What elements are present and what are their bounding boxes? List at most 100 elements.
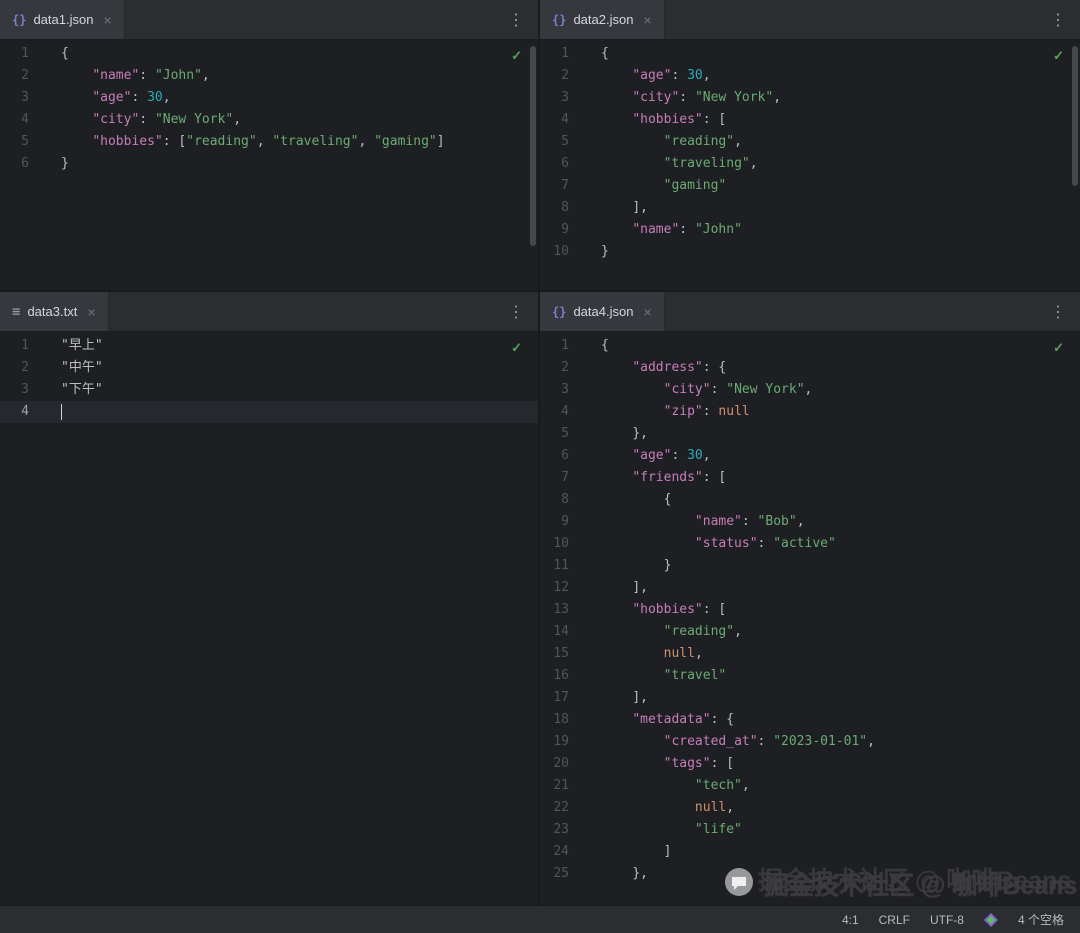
code-line[interactable]: 22 null, xyxy=(540,797,1080,819)
line-number[interactable]: 7 xyxy=(540,175,586,197)
line-number[interactable]: 6 xyxy=(540,445,586,467)
line-number[interactable]: 14 xyxy=(540,621,586,643)
tab-data1-json[interactable]: {} data1.json × xyxy=(0,0,125,39)
line-number[interactable]: 9 xyxy=(540,511,586,533)
code-line[interactable]: 6} xyxy=(0,153,538,175)
line-number[interactable]: 2 xyxy=(540,357,586,379)
more-options-icon[interactable]: ⋮ xyxy=(1050,10,1080,30)
code-line[interactable]: 25 }, xyxy=(540,863,1080,885)
caret-position[interactable]: 4:1 xyxy=(842,913,859,927)
code-line[interactable]: 3 "下午" xyxy=(0,379,538,401)
more-options-icon[interactable]: ⋮ xyxy=(508,10,538,30)
code-line[interactable]: 1{ xyxy=(0,43,538,65)
line-number[interactable]: 4 xyxy=(0,109,46,131)
line-number[interactable]: 8 xyxy=(540,197,586,219)
code-line[interactable]: 6 "age": 30, xyxy=(540,445,1080,467)
more-options-icon[interactable]: ⋮ xyxy=(508,302,538,322)
code-line[interactable]: 4 "hobbies": [ xyxy=(540,109,1080,131)
line-number[interactable]: 4 xyxy=(540,109,586,131)
code-line[interactable]: 9 "name": "John" xyxy=(540,219,1080,241)
inspections-ok-icon[interactable]: ✓ xyxy=(1053,340,1064,356)
line-number[interactable]: 2 xyxy=(0,357,46,379)
line-number[interactable]: 23 xyxy=(540,819,586,841)
code-line[interactable]: 8 { xyxy=(540,489,1080,511)
code-line[interactable]: 5 }, xyxy=(540,423,1080,445)
line-number[interactable]: 24 xyxy=(540,841,586,863)
status-widget-icon[interactable] xyxy=(983,912,998,927)
code-line[interactable]: 13 "hobbies": [ xyxy=(540,599,1080,621)
line-number[interactable]: 5 xyxy=(0,131,46,153)
code-line[interactable]: 2 "address": { xyxy=(540,357,1080,379)
editor-data1-json[interactable]: 1{2 "name": "John", 3 "age": 30, 4 "city":… xyxy=(0,40,538,290)
line-number[interactable]: 15 xyxy=(540,643,586,665)
line-number[interactable]: 3 xyxy=(0,87,46,109)
code-line[interactable]: 24 ] xyxy=(540,841,1080,863)
line-number[interactable]: 2 xyxy=(540,65,586,87)
code-line[interactable]: 5 "reading", xyxy=(540,131,1080,153)
line-number[interactable]: 16 xyxy=(540,665,586,687)
line-number[interactable]: 7 xyxy=(540,467,586,489)
line-number[interactable]: 2 xyxy=(0,65,46,87)
line-number[interactable]: 10 xyxy=(540,241,586,263)
code-line[interactable]: 11 } xyxy=(540,555,1080,577)
indent-setting[interactable]: 4 个空格 xyxy=(1018,911,1064,928)
code-line[interactable]: 12 ], xyxy=(540,577,1080,599)
line-number[interactable]: 17 xyxy=(540,687,586,709)
code-line[interactable]: 15 null, xyxy=(540,643,1080,665)
tab-data2-json[interactable]: {} data2.json × xyxy=(540,0,665,39)
line-number[interactable]: 5 xyxy=(540,131,586,153)
inspections-ok-icon[interactable]: ✓ xyxy=(511,340,522,356)
editor-data3-txt[interactable]: 1 "早上" 2 "中午" 3 "下午" 4 ✓ xyxy=(0,332,538,905)
code-line[interactable]: 16 "travel" xyxy=(540,665,1080,687)
line-number[interactable]: 13 xyxy=(540,599,586,621)
tab-close-icon[interactable]: × xyxy=(87,304,95,320)
line-number[interactable]: 20 xyxy=(540,753,586,775)
tab-close-icon[interactable]: × xyxy=(643,304,651,320)
code-line[interactable]: 19 "created_at": "2023-01-01", xyxy=(540,731,1080,753)
inspections-ok-icon[interactable]: ✓ xyxy=(511,48,522,64)
line-number[interactable]: 4 xyxy=(540,401,586,423)
line-number[interactable]: 1 xyxy=(540,335,586,357)
scrollbar[interactable] xyxy=(1072,46,1078,186)
line-number[interactable]: 21 xyxy=(540,775,586,797)
code-line[interactable]: 8 ], xyxy=(540,197,1080,219)
code-line[interactable]: 14 "reading", xyxy=(540,621,1080,643)
code-line[interactable]: 7 "gaming" xyxy=(540,175,1080,197)
code-line[interactable]: 18 "metadata": { xyxy=(540,709,1080,731)
code-line[interactable]: 10 "status": "active" xyxy=(540,533,1080,555)
tab-close-icon[interactable]: × xyxy=(643,12,651,28)
line-number[interactable]: 1 xyxy=(0,335,46,357)
line-number[interactable]: 8 xyxy=(540,489,586,511)
line-number[interactable]: 22 xyxy=(540,797,586,819)
code-line[interactable]: 3 "age": 30, xyxy=(0,87,538,109)
code-line[interactable]: 3 "city": "New York", xyxy=(540,379,1080,401)
line-number[interactable]: 25 xyxy=(540,863,586,885)
code-line[interactable]: 23 "life" xyxy=(540,819,1080,841)
line-number[interactable]: 3 xyxy=(540,87,586,109)
line-number[interactable]: 11 xyxy=(540,555,586,577)
line-number[interactable]: 3 xyxy=(540,379,586,401)
code-line[interactable]: 21 "tech", xyxy=(540,775,1080,797)
code-line[interactable]: 1{ xyxy=(540,335,1080,357)
scrollbar[interactable] xyxy=(530,46,536,246)
line-number[interactable]: 9 xyxy=(540,219,586,241)
line-number[interactable]: 19 xyxy=(540,731,586,753)
code-line[interactable]: 5 "hobbies": ["reading", "traveling", "g… xyxy=(0,131,538,153)
line-number[interactable]: 6 xyxy=(0,153,46,175)
tab-data4-json[interactable]: {} data4.json × xyxy=(540,292,665,331)
code-line[interactable]: 3 "city": "New York", xyxy=(540,87,1080,109)
line-number[interactable]: 4 xyxy=(0,401,46,423)
tab-data3-txt[interactable]: ≡ data3.txt × xyxy=(0,292,109,331)
tab-close-icon[interactable]: × xyxy=(103,12,111,28)
line-number[interactable]: 1 xyxy=(540,43,586,65)
line-number[interactable]: 1 xyxy=(0,43,46,65)
line-number[interactable]: 3 xyxy=(0,379,46,401)
code-line[interactable]: 7 "friends": [ xyxy=(540,467,1080,489)
editor-data2-json[interactable]: 1{2 "age": 30, 3 "city": "New York", 4 "ho… xyxy=(540,40,1080,290)
more-options-icon[interactable]: ⋮ xyxy=(1050,302,1080,322)
code-line[interactable]: 20 "tags": [ xyxy=(540,753,1080,775)
line-number[interactable]: 6 xyxy=(540,153,586,175)
editor-data4-json[interactable]: 1{2 "address": {3 "city": "New York", 4 "… xyxy=(540,332,1080,905)
code-line[interactable]: 2 "age": 30, xyxy=(540,65,1080,87)
inspections-ok-icon[interactable]: ✓ xyxy=(1053,48,1064,64)
